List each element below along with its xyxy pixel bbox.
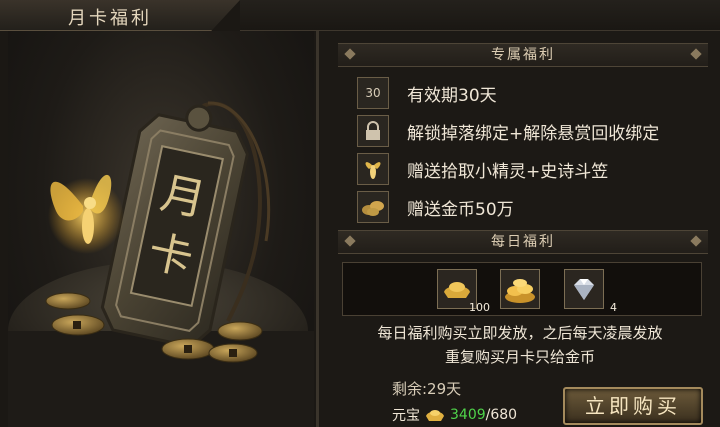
exclusive-benefits-title: 专属福利 bbox=[491, 47, 555, 63]
reward-count: 100 bbox=[469, 301, 490, 314]
fairy-head bbox=[84, 197, 96, 209]
exclusive-benefits-header: 专属福利 bbox=[338, 43, 708, 67]
coin-3 bbox=[217, 321, 263, 341]
coin-1 bbox=[45, 292, 91, 310]
stone-pedestal-front bbox=[8, 331, 314, 427]
daily-description-line2: 重复购买月卡只给金币 bbox=[444, 348, 595, 366]
lock-icon bbox=[357, 115, 389, 147]
benefit-item-gold: 赠送金币50万 bbox=[357, 191, 514, 223]
gold-coins-icon bbox=[357, 191, 389, 223]
benefit-label: 有效期30天 bbox=[407, 85, 497, 106]
daily-benefits-header: 每日福利 bbox=[338, 230, 708, 254]
window-title: 月卡福利 bbox=[68, 8, 152, 29]
buy-now-button[interactable]: 立即购买 bbox=[563, 387, 703, 425]
daily-description-line1: 每日福利购买立即发放，之后每天凌晨发放 bbox=[377, 324, 663, 342]
currency-display: 元宝 3409 / 680 bbox=[392, 405, 517, 425]
daily-benefits-title: 每日福利 bbox=[491, 234, 555, 250]
monthly-card-window: 月卡福利 月 卡 专属福利 30 有效期30天 解锁掉落绑定+解除悬赏回收绑定 … bbox=[0, 0, 720, 427]
calendar-icon: 30 bbox=[357, 77, 389, 109]
remaining-days: 剩余:29天 bbox=[392, 380, 462, 398]
fairy-icon bbox=[357, 153, 389, 185]
diamond-icon bbox=[574, 279, 594, 300]
calendar-icon-text: 30 bbox=[365, 86, 381, 100]
fairy-body bbox=[82, 208, 94, 244]
gold-pile-icon bbox=[505, 279, 535, 303]
benefit-item-fairy: 赠送拾取小精灵+史诗斗笠 bbox=[357, 153, 608, 185]
currency-total: 680 bbox=[490, 407, 518, 423]
card-artwork: 月 卡 bbox=[8, 101, 314, 427]
benefit-item-validity: 30 有效期30天 bbox=[357, 77, 497, 109]
panel-divider bbox=[316, 31, 319, 427]
benefit-item-unlock-binding: 解锁掉落绑定+解除悬赏回收绑定 bbox=[357, 115, 659, 147]
currency-label: 元宝 bbox=[392, 408, 420, 424]
reward-count: 4 bbox=[610, 301, 617, 314]
gold-ingot-icon bbox=[426, 410, 444, 421]
reward-slot-diamond[interactable]: 4 bbox=[564, 269, 617, 314]
benefit-label: 解锁掉落绑定+解除悬赏回收绑定 bbox=[407, 123, 660, 144]
reward-slot-gold-pile[interactable] bbox=[500, 269, 540, 309]
title-bar bbox=[240, 0, 720, 31]
benefit-label: 赠送金币50万 bbox=[407, 199, 514, 220]
benefit-label: 赠送拾取小精灵+史诗斗笠 bbox=[407, 161, 609, 182]
currency-current: 3409 bbox=[450, 407, 486, 423]
card-artwork-panel: 月 卡 bbox=[8, 31, 314, 427]
reward-slot-gold-ingot[interactable]: 100 bbox=[437, 269, 490, 314]
